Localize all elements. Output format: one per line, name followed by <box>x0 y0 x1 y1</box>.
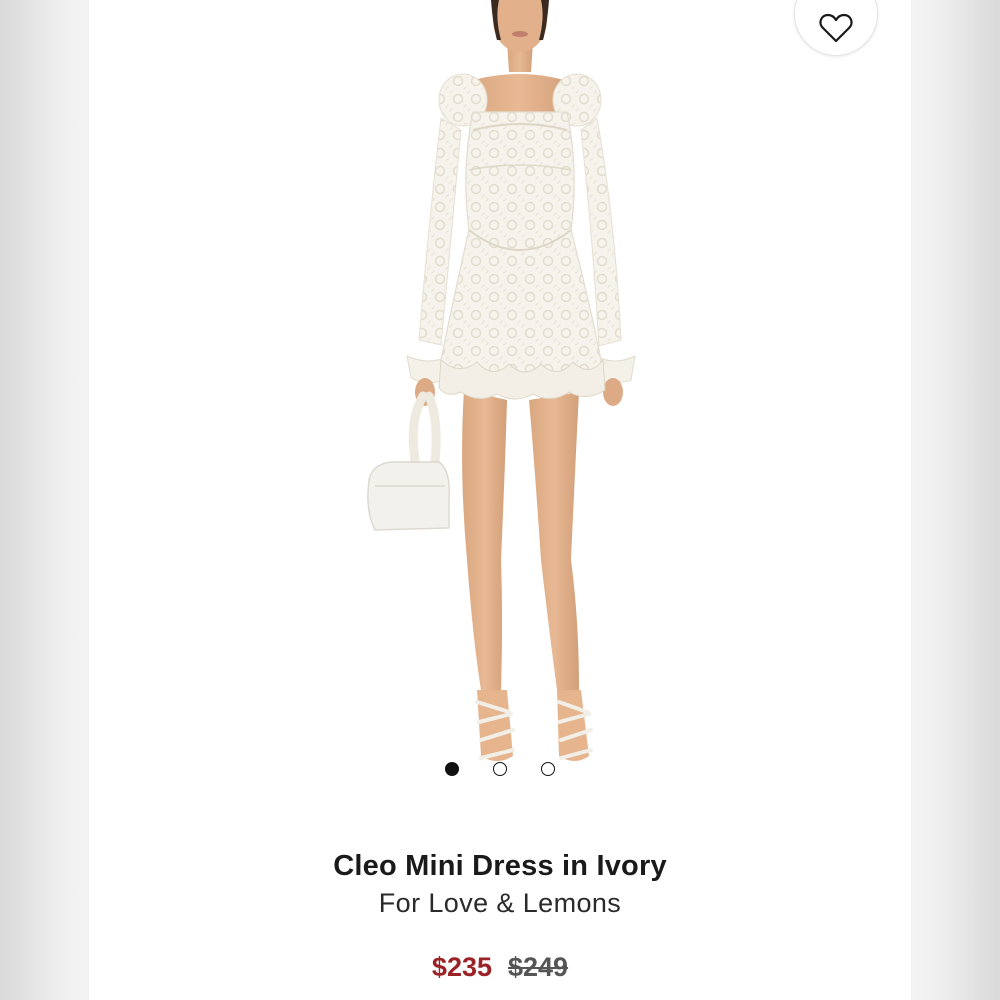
original-price: $249 <box>508 952 569 982</box>
carousel-dot-3[interactable] <box>541 762 555 776</box>
product-photo <box>367 0 636 761</box>
price-row: $235 $249 <box>89 952 911 983</box>
brand-name[interactable]: For Love & Lemons <box>89 888 911 919</box>
product-title: Cleo Mini Dress in Ivory <box>333 850 667 882</box>
product-image-carousel[interactable] <box>89 0 911 790</box>
product-card: Cleo Mini Dress in Ivory For Love & Lemo… <box>89 0 911 1000</box>
carousel-dot-1[interactable] <box>445 762 459 776</box>
carousel-dot-2[interactable] <box>493 762 507 776</box>
carousel-indicators <box>89 762 911 776</box>
sale-price: $235 <box>431 952 492 982</box>
heart-outline-icon <box>819 13 853 43</box>
